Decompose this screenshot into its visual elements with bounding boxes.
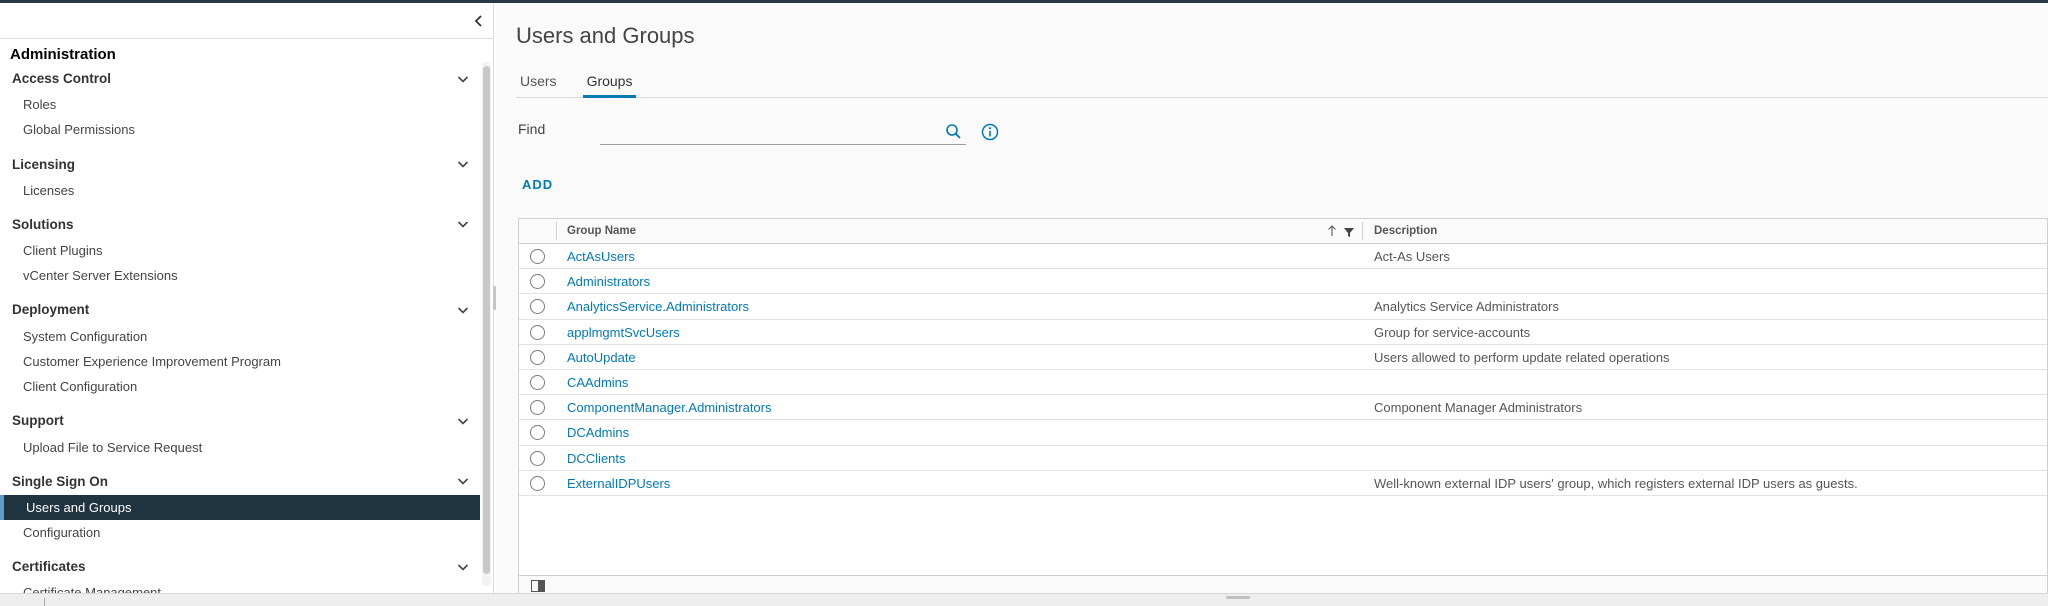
- add-group-button[interactable]: ADD: [522, 177, 553, 192]
- tab-bar: Users Groups: [516, 69, 2048, 98]
- sidebar-item-users-and-groups[interactable]: Users and Groups: [0, 494, 480, 520]
- group-name-link[interactable]: AutoUpdate: [567, 350, 636, 365]
- groups-grid: Group Name Description ActAsUsers Act-As …: [518, 218, 2048, 598]
- table-row[interactable]: CAAdmins: [519, 370, 2047, 396]
- column-separator[interactable]: [1362, 222, 1363, 240]
- sidebar-item-configuration[interactable]: Configuration: [0, 520, 482, 545]
- chevron-down-icon: [457, 161, 469, 168]
- table-row[interactable]: applmgmtSvcUsers Group for service-accoun…: [519, 320, 2047, 345]
- group-name-link[interactable]: applmgmtSvcUsers: [567, 325, 680, 340]
- row-select-radio[interactable]: [530, 374, 545, 390]
- group-name-link[interactable]: ActAsUsers: [567, 249, 635, 264]
- group-description: Well-known external IDP users' group, wh…: [1374, 475, 1858, 491]
- grid-header: Group Name Description: [519, 219, 2047, 244]
- table-row[interactable]: Administrators: [519, 269, 2047, 295]
- chevron-down-icon: [457, 564, 469, 571]
- table-row[interactable]: ComponentManager.Administrators Component…: [519, 395, 2047, 421]
- group-name-link[interactable]: ExternalIDPUsers: [567, 476, 670, 491]
- nav-group-licensing[interactable]: Licensing: [0, 151, 482, 178]
- nav-group-label: Licensing: [12, 156, 76, 172]
- nav-group-solutions[interactable]: Solutions: [0, 211, 482, 238]
- bottom-divider: [44, 598, 45, 606]
- nav-group-label: Support: [12, 413, 64, 429]
- chevron-down-icon: [457, 75, 469, 83]
- group-name-link[interactable]: DCAdmins: [567, 425, 629, 440]
- main-content: Users and Groups Users Groups Find ADD G…: [496, 3, 2048, 606]
- bottom-panel-handle[interactable]: [1226, 596, 1250, 599]
- sidebar-item-customer-experience-improvement-program[interactable]: Customer Experience Improvement Program: [0, 349, 482, 374]
- sidebar: Administration Access Control Roles Global…: [0, 3, 494, 606]
- group-description: Group for service-accounts: [1374, 324, 1531, 340]
- find-label: Find: [518, 121, 546, 137]
- info-icon[interactable]: [981, 123, 999, 141]
- row-select-radio[interactable]: [530, 400, 545, 416]
- chevron-down-icon: [457, 478, 469, 485]
- sidebar-item-licenses[interactable]: Licenses: [0, 178, 482, 203]
- group-description: Analytics Service Administrators: [1374, 299, 1559, 315]
- table-row[interactable]: ExternalIDPUsers Well-known external IDP …: [519, 471, 2047, 496]
- column-header-description[interactable]: Description: [1374, 225, 1437, 237]
- tab-groups[interactable]: Groups: [582, 69, 637, 98]
- column-header-group-name[interactable]: Group Name: [567, 225, 636, 237]
- table-row[interactable]: DCClients: [519, 446, 2047, 471]
- row-select-radio[interactable]: [530, 274, 545, 290]
- chevron-down-icon: [457, 307, 469, 314]
- group-name-link[interactable]: AnalyticsService.Administrators: [567, 299, 749, 314]
- group-name-link[interactable]: ComponentManager.Administrators: [567, 400, 772, 415]
- nav-group-certificates[interactable]: Certificates: [0, 553, 482, 580]
- sidebar-item-client-plugins[interactable]: Client Plugins: [0, 238, 482, 263]
- nav-group-label: Certificates: [12, 559, 86, 575]
- column-separator: [556, 222, 557, 240]
- group-name-link[interactable]: DCClients: [567, 451, 626, 466]
- row-select-radio[interactable]: [530, 349, 545, 365]
- sort-ascending-icon[interactable]: [1326, 224, 1338, 238]
- row-select-radio[interactable]: [530, 324, 545, 340]
- nav-group-support[interactable]: Support: [0, 407, 482, 434]
- sidebar-scrollbar-thumb[interactable]: [483, 66, 490, 574]
- sidebar-item-client-configuration[interactable]: Client Configuration: [0, 374, 482, 399]
- row-select-radio[interactable]: [530, 450, 545, 466]
- row-select-radio[interactable]: [530, 475, 545, 491]
- nav-group-single-sign-on[interactable]: Single Sign On: [0, 468, 482, 495]
- sidebar-item-roles[interactable]: Roles: [0, 92, 482, 117]
- row-select-radio[interactable]: [530, 425, 545, 441]
- filter-icon[interactable]: [1343, 225, 1355, 239]
- nav-group-deployment[interactable]: Deployment: [0, 296, 482, 323]
- grid-body: ActAsUsers Act-As Users Administrators Anal…: [519, 244, 2047, 496]
- nav-group-label: Access Control: [12, 71, 112, 86]
- table-row[interactable]: DCAdmins: [519, 420, 2047, 446]
- row-select-radio[interactable]: [530, 299, 545, 315]
- row-select-radio[interactable]: [530, 249, 545, 264]
- sidebar-item-vcenter-server-extensions[interactable]: vCenter Server Extensions: [0, 263, 482, 288]
- collapse-left-icon[interactable]: [471, 13, 487, 29]
- tab-users[interactable]: Users: [516, 69, 561, 98]
- find-input[interactable]: [600, 119, 966, 145]
- chevron-down-icon: [457, 221, 469, 229]
- search-icon[interactable]: [945, 123, 962, 140]
- nav-group-access-control[interactable]: Access Control: [0, 65, 482, 92]
- group-description: Act-As Users: [1374, 249, 1450, 264]
- nav-group-label: Deployment: [12, 302, 90, 318]
- group-description: Users allowed to perform update related …: [1374, 349, 1670, 365]
- table-row[interactable]: AutoUpdate Users allowed to perform updat…: [519, 345, 2047, 370]
- sidebar-item-upload-file-to-service-request[interactable]: Upload File to Service Request: [0, 434, 482, 459]
- sidebar-collapse-row: [0, 3, 493, 39]
- nav-group-label: Solutions: [12, 216, 74, 232]
- bottom-status-bar: [0, 593, 2048, 606]
- sidebar-item-global-permissions[interactable]: Global Permissions: [0, 117, 482, 142]
- group-name-link[interactable]: CAAdmins: [567, 375, 628, 390]
- chevron-down-icon: [457, 418, 469, 425]
- sidebar-nav: Access Control Roles Global Permissions Lic…: [0, 65, 482, 606]
- table-row[interactable]: AnalyticsService.Administrators Analytics…: [519, 294, 2047, 320]
- group-description: Component Manager Administrators: [1374, 400, 1583, 416]
- sidebar-item-system-configuration[interactable]: System Configuration: [0, 323, 482, 348]
- page-title: Users and Groups: [516, 23, 695, 48]
- table-row[interactable]: ActAsUsers Act-As Users: [519, 244, 2047, 270]
- group-name-link[interactable]: Administrators: [567, 274, 650, 289]
- column-toggle-icon[interactable]: [531, 580, 545, 592]
- nav-group-label: Single Sign On: [12, 473, 109, 489]
